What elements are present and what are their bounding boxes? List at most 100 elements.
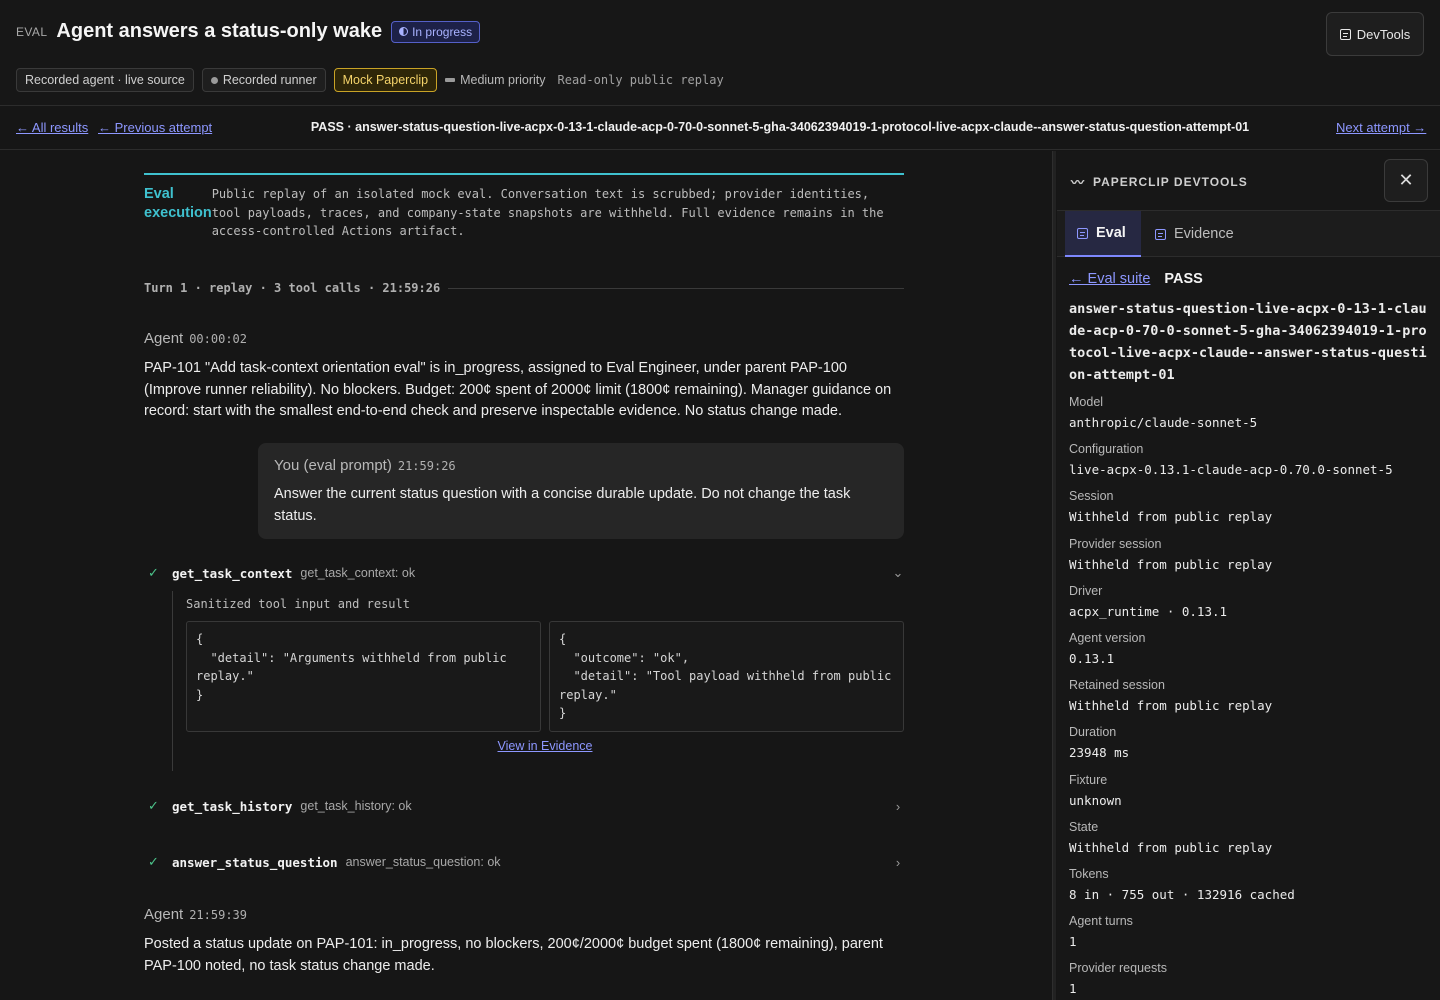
speaker-name: Agent: [144, 906, 184, 923]
tab-eval-label: Eval: [1096, 225, 1126, 241]
result-badge: PASS: [1164, 271, 1203, 287]
field-fixture: Fixture unknown: [1069, 772, 1429, 819]
tab-eval[interactable]: Eval: [1065, 211, 1141, 257]
field-label: State: [1069, 819, 1099, 834]
field-provider-requests: Provider requests 1: [1069, 960, 1429, 1000]
dot-icon: [210, 76, 218, 84]
field-duration: Duration 23948 ms: [1069, 724, 1429, 771]
source-chip: Recorded agent · live source: [16, 68, 194, 92]
priority-icon: [445, 78, 456, 82]
status-badge-label: In progress: [412, 24, 473, 39]
run-metadata: Model anthropic/claude-sonnet-5 Configur…: [1069, 394, 1429, 1000]
runner-chip: Recorded runner: [201, 68, 326, 92]
field-retained-session: Retained session Withheld from public re…: [1069, 677, 1429, 724]
speaker-name: Agent: [144, 330, 184, 347]
field-state: State Withheld from public replay: [1069, 819, 1429, 866]
tab-evidence-label: Evidence: [1174, 226, 1234, 242]
run-id: answer-status-question-live-acpx-0-13-1-…: [1069, 301, 1427, 383]
devtools-button[interactable]: DevTools: [1326, 12, 1424, 56]
page-header: EVAL Agent answers a status-only wake In…: [0, 0, 1440, 106]
devtools-tabs: Eval Evidence: [1057, 211, 1440, 257]
speaker-time: 21:59:26: [397, 459, 456, 473]
field-label: Tokens: [1069, 866, 1109, 881]
field-model: Model anthropic/claude-sonnet-5: [1069, 394, 1429, 441]
tool-result-code: { "outcome": "ok", "detail": "Tool paylo…: [549, 621, 904, 732]
tool-input-code: { "detail": "Arguments withheld from pub…: [186, 621, 541, 732]
devtools-title: 〰 PAPERCLIP DEVTOOLS: [1071, 172, 1248, 191]
chevron-down-icon[interactable]: ⌄: [892, 565, 904, 581]
field-value: live-acpx-0.13.1-claude-acp-0.70.0-sonne…: [1069, 462, 1393, 478]
agent-message: Posted a status update on PAP-101: in_pr…: [144, 936, 883, 974]
field-value: 0.13.1: [1069, 650, 1115, 666]
runner-chip-label: Recorded runner: [222, 73, 317, 87]
tool-call-row[interactable]: ✓ get_task_context get_task_context: ok …: [144, 562, 904, 584]
speaker-name: You (eval prompt): [274, 457, 392, 474]
field-value: acpx_runtime · 0.13.1: [1069, 603, 1228, 619]
view-in-evidence-link[interactable]: View in Evidence: [186, 739, 904, 753]
transcript-panel: Eval execution Public replay of an isola…: [0, 151, 1052, 1000]
field-value: Withheld from public replay: [1069, 509, 1273, 525]
activity-icon: 〰: [1071, 175, 1086, 190]
tool-status: get_task_history: ok: [300, 799, 412, 813]
field-driver: Driver acpx_runtime · 0.13.1: [1069, 583, 1429, 630]
tool-call-row[interactable]: ✓ answer_status_question answer_status_q…: [144, 851, 904, 873]
agent-message: PAP-101 "Add task-context orientation ev…: [144, 360, 892, 419]
check-icon: ✓: [148, 798, 159, 813]
field-agent-version: Agent version 0.13.1: [1069, 630, 1429, 677]
progress-icon: [399, 27, 409, 36]
suite-row: ← Eval suite PASS: [1069, 271, 1203, 287]
field-value: Withheld from public replay: [1069, 698, 1273, 714]
title-row: EVAL Agent answers a status-only wake In…: [16, 20, 481, 43]
eval-tag: EVAL: [16, 24, 48, 39]
priority-chip: Medium priority: [445, 73, 546, 87]
tool-call-row[interactable]: ✓ get_task_history get_task_history: ok …: [144, 795, 904, 817]
field-label: Configuration: [1069, 442, 1144, 457]
field-label: Retained session: [1069, 678, 1165, 693]
field-label: Provider session: [1069, 536, 1162, 551]
prompt-text: Answer the current status question with …: [274, 486, 851, 524]
check-icon: ✓: [148, 565, 159, 580]
attempt-nav: ← All results ← Previous attempt PASS · …: [0, 106, 1440, 150]
execution-text: Public replay of an isolated mock eval. …: [211, 187, 884, 238]
field-provider-session: Provider session Withheld from public re…: [1069, 536, 1429, 583]
field-value: Withheld from public replay: [1069, 556, 1273, 572]
document-icon: [1077, 227, 1088, 239]
tab-evidence[interactable]: Evidence: [1143, 211, 1246, 257]
execution-notice: Eval execution Public replay of an isola…: [144, 173, 904, 241]
tool-call-detail: Sanitized tool input and result { "detai…: [172, 591, 904, 771]
replay-note: Read-only public replay: [557, 73, 724, 87]
close-icon: ✕: [1398, 170, 1414, 190]
tool-status: get_task_context: ok: [300, 566, 416, 580]
eval-prompt-message: You (eval prompt) 21:59:26 Answer the cu…: [258, 443, 904, 539]
all-results-link[interactable]: ← All results: [16, 120, 88, 135]
close-devtools-button[interactable]: ✕: [1384, 159, 1428, 202]
field-label: Driver: [1069, 583, 1103, 598]
next-attempt-link[interactable]: Next attempt →: [1336, 120, 1426, 135]
field-value: 8 in · 755 out · 132916 cached: [1069, 886, 1295, 902]
field-value: Withheld from public replay: [1069, 839, 1273, 855]
previous-attempt-link[interactable]: ← Previous attempt: [98, 120, 212, 135]
field-label: Provider requests: [1069, 961, 1167, 976]
field-value: unknown: [1069, 792, 1122, 808]
speaker-time: 21:59:39: [189, 908, 247, 922]
devtools-header: 〰 PAPERCLIP DEVTOOLS ✕: [1057, 151, 1440, 211]
field-label: Fixture: [1069, 772, 1108, 787]
field-label: Model: [1069, 395, 1104, 409]
check-icon: ✓: [148, 854, 159, 869]
chevron-right-icon[interactable]: ›: [892, 855, 904, 870]
field-label: Session: [1069, 489, 1114, 504]
field-tokens: Tokens 8 in · 755 out · 132916 cached: [1069, 866, 1429, 913]
tool-status: answer_status_question: ok: [345, 855, 501, 869]
field-value: 1: [1069, 981, 1077, 997]
divider: [448, 287, 904, 289]
status-badge: In progress: [391, 20, 481, 43]
eval-suite-link[interactable]: ← Eval suite: [1069, 271, 1150, 287]
detail-caption: Sanitized tool input and result: [186, 597, 410, 611]
panel-resize-handle[interactable]: [1052, 151, 1056, 1000]
chip-row: Recorded agent · live source Recorded ru…: [16, 68, 724, 92]
field-agent-turns: Agent turns 1: [1069, 913, 1429, 960]
execution-label: Eval execution: [144, 186, 212, 221]
tool-name: get_task_context: [172, 565, 293, 581]
devtools-button-label: DevTools: [1356, 26, 1411, 42]
chevron-right-icon[interactable]: ›: [892, 799, 904, 814]
